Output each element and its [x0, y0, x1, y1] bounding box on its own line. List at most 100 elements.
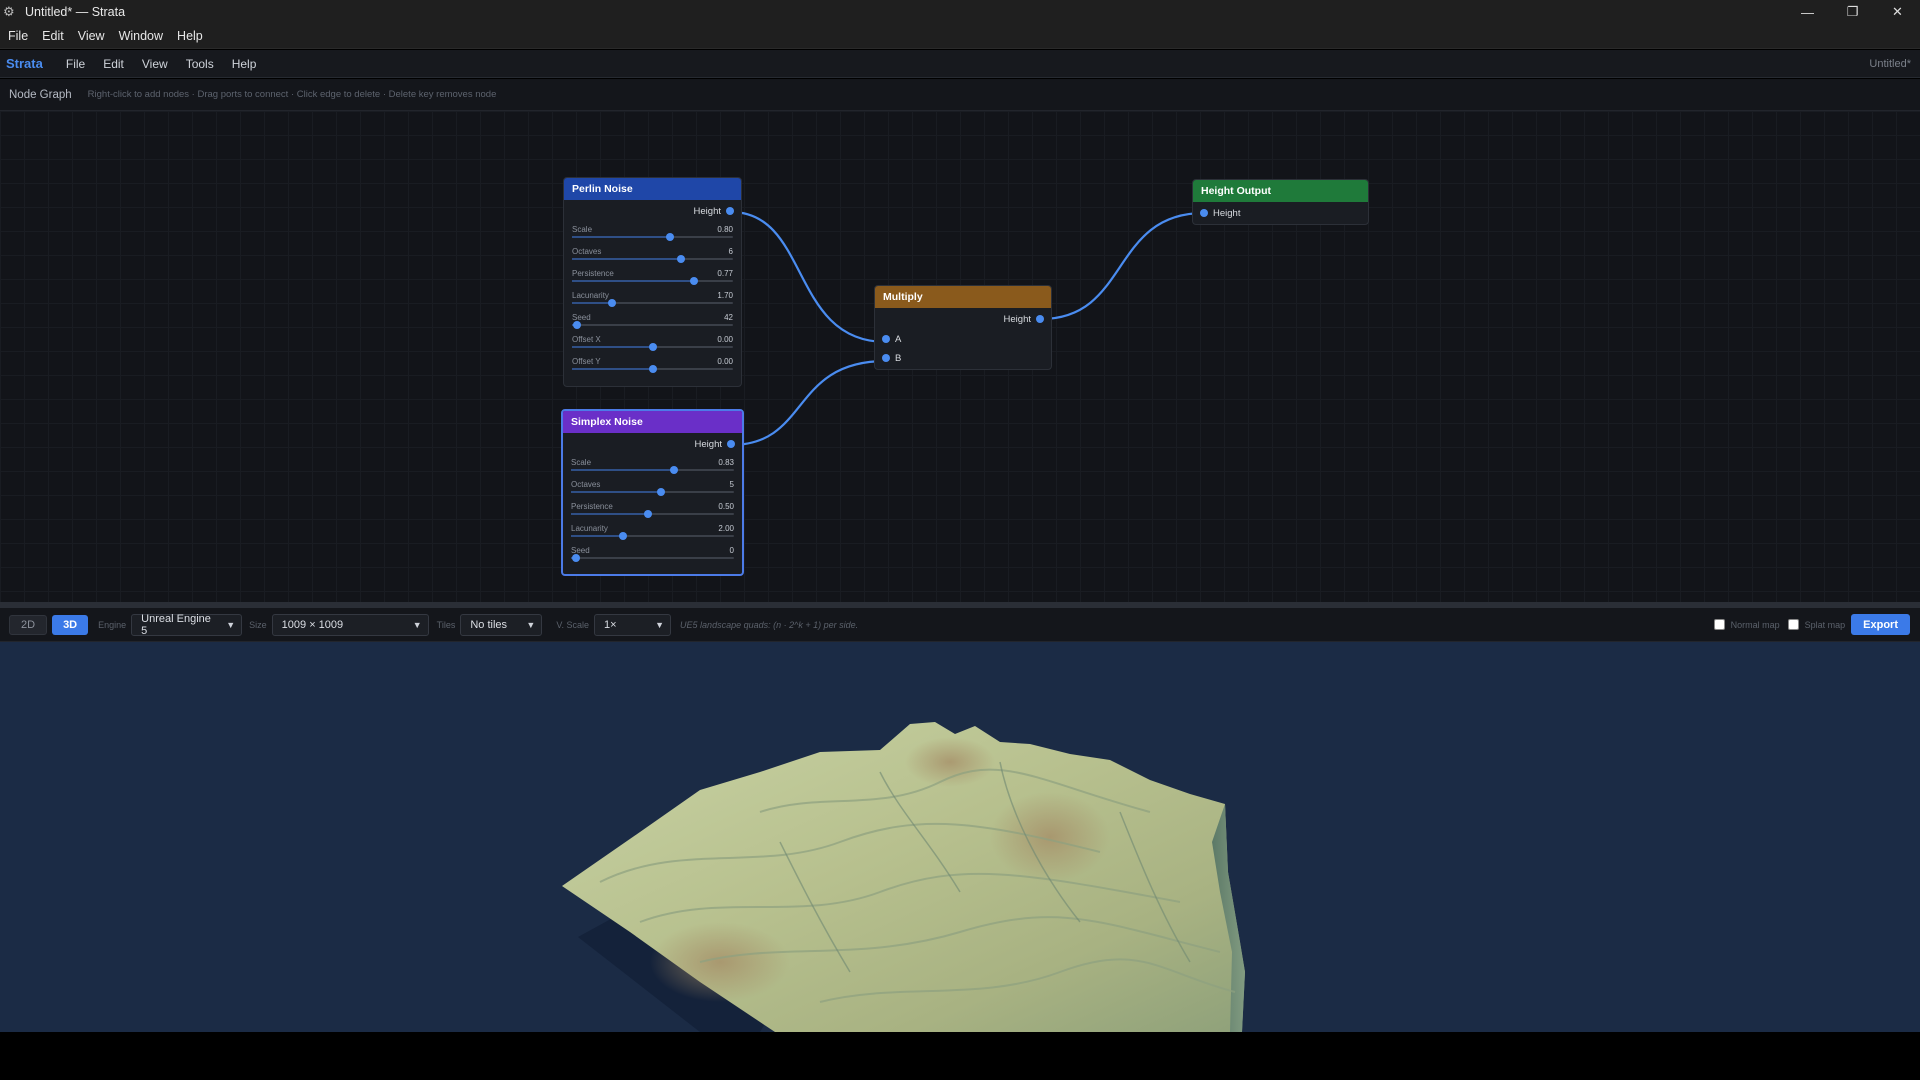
param-value: 0.50 [718, 502, 734, 511]
param-slider-track[interactable] [571, 466, 734, 474]
app-menu-view[interactable]: View [133, 57, 177, 71]
height-output-header[interactable]: Height Output [1193, 180, 1368, 202]
param-value: 0.00 [717, 335, 733, 344]
param-row[interactable]: Octaves 6 [572, 244, 733, 266]
param-row[interactable]: Lacunarity 2.00 [571, 521, 734, 543]
mode-3d-button[interactable]: 3D [52, 614, 89, 635]
multiply-node[interactable]: Multiply Height A B [874, 285, 1052, 370]
multiply-header[interactable]: Multiply [875, 286, 1051, 308]
maximize-icon[interactable]: ❐ [1830, 0, 1875, 24]
close-icon[interactable]: ✕ [1875, 0, 1920, 24]
param-row[interactable]: Scale 0.80 [572, 222, 733, 244]
menu-window[interactable]: Window [113, 29, 169, 43]
param-slider-thumb[interactable] [656, 488, 665, 496]
engine-select[interactable]: Unreal Engine 5 ▼ [131, 613, 243, 637]
document-name: Untitled* [1869, 57, 1911, 70]
multiply-input-b-port[interactable] [882, 354, 890, 362]
param-slider-track[interactable] [572, 343, 733, 351]
multiply-input-b-row: B [875, 349, 1051, 368]
param-slider-track[interactable] [572, 277, 733, 285]
param-slider-track[interactable] [571, 532, 734, 540]
param-slider-track[interactable] [572, 321, 733, 329]
node-graph-canvas[interactable]: Perlin Noise Height Scale 0.80 Octaves 6 Per… [0, 111, 1920, 602]
param-slider-track[interactable] [572, 233, 733, 241]
app-brand: Strata [6, 56, 43, 71]
menu-help[interactable]: Help [171, 29, 209, 43]
size-select[interactable]: 1009 × 1009 ▼ [271, 613, 429, 636]
size-select-value: 1009 × 1009 [281, 618, 344, 631]
simplex-noise-header[interactable]: Simplex Noise [563, 411, 742, 433]
menu-file[interactable]: File [2, 29, 34, 43]
mode-2d-button[interactable]: 2D [9, 614, 48, 635]
param-row[interactable]: Lacunarity 1.70 [572, 288, 733, 310]
title-bar: ⚙ Untitled* — Strata — ❐ ✕ [0, 0, 1920, 24]
tiles-select[interactable]: No tiles ▼ [460, 613, 543, 636]
app-menu-edit[interactable]: Edit [94, 57, 133, 71]
height-output-input-port[interactable] [1200, 209, 1208, 217]
edge-perlin-to-multiply-a[interactable] [730, 210, 887, 344]
window-controls: — ❐ ✕ [1785, 0, 1920, 24]
param-row[interactable]: Persistence 0.50 [571, 499, 734, 521]
multiply-output-port[interactable] [1036, 315, 1044, 323]
multiply-input-a-label: A [895, 334, 902, 345]
param-slider-thumb[interactable] [572, 321, 581, 329]
param-slider-thumb[interactable] [571, 554, 580, 562]
menu-view[interactable]: View [72, 29, 111, 43]
param-row[interactable]: Scale 0.83 [571, 455, 734, 477]
height-output-input-row: Height [1193, 202, 1368, 224]
param-slider-thumb[interactable] [690, 277, 699, 285]
perlin-noise-node[interactable]: Perlin Noise Height Scale 0.80 Octaves 6 Per… [563, 177, 742, 387]
minimize-icon[interactable]: — [1785, 0, 1830, 24]
param-slider-thumb[interactable] [619, 532, 628, 540]
perlin-params: Scale 0.80 Octaves 6 Persistence 0.77 Lacunari… [564, 222, 741, 376]
param-row[interactable]: Seed 0 [571, 543, 734, 565]
param-slider-thumb[interactable] [643, 510, 652, 518]
param-row[interactable]: Offset Y 0.00 [572, 354, 733, 376]
vscale-select[interactable]: 1× ▼ [594, 613, 672, 636]
simplex-output-port[interactable] [727, 440, 735, 448]
param-value: 6 [728, 247, 733, 256]
terrain-3d-viewport[interactable] [0, 642, 1920, 1032]
export-button[interactable]: Export [1851, 614, 1910, 635]
multiply-input-a-port[interactable] [882, 335, 890, 343]
param-slider-track[interactable] [571, 510, 734, 518]
menu-edit[interactable]: Edit [36, 29, 70, 43]
normal-map-checkbox[interactable] [1713, 619, 1725, 630]
param-slider-track[interactable] [572, 365, 733, 373]
perlin-output-row: Height [564, 200, 741, 222]
param-slider-thumb[interactable] [648, 343, 657, 351]
param-slider-track[interactable] [571, 554, 734, 562]
param-row[interactable]: Seed 42 [572, 310, 733, 332]
param-slider-track[interactable] [572, 299, 733, 307]
app-menu-file[interactable]: File [57, 57, 94, 71]
param-slider-track[interactable] [571, 488, 734, 496]
param-slider-thumb[interactable] [666, 233, 675, 241]
param-label: Offset Y [572, 357, 601, 366]
param-slider-fill [572, 236, 671, 238]
chevron-down-icon: ▼ [655, 619, 665, 630]
perlin-output-port[interactable] [726, 207, 734, 215]
param-row[interactable]: Offset X 0.00 [572, 332, 733, 354]
param-slider-thumb[interactable] [669, 466, 678, 474]
multiply-output-row: Height [875, 308, 1051, 330]
param-slider-thumb[interactable] [608, 299, 617, 307]
param-value: 1.70 [717, 291, 733, 300]
param-slider-track[interactable] [572, 255, 733, 263]
edge-simplex-to-multiply-b[interactable] [730, 359, 887, 447]
param-row[interactable]: Octaves 5 [571, 477, 734, 499]
simplex-noise-node[interactable]: Simplex Noise Height Scale 0.83 Octaves 5 Pe… [561, 409, 744, 576]
param-row[interactable]: Persistence 0.77 [572, 266, 733, 288]
height-output-node[interactable]: Height Output Height [1192, 179, 1369, 225]
perlin-noise-header[interactable]: Perlin Noise [564, 178, 741, 200]
param-label: Scale [571, 458, 592, 467]
perlin-output-label: Height [693, 206, 721, 217]
terrain-brown-patch [905, 737, 995, 787]
app-menu-tools[interactable]: Tools [177, 57, 223, 71]
param-slider-thumb[interactable] [648, 365, 657, 373]
param-slider-thumb[interactable] [677, 255, 686, 263]
param-value: 0.80 [717, 225, 733, 234]
app-menu-help[interactable]: Help [223, 57, 266, 71]
edge-multiply-to-output[interactable] [1040, 211, 1205, 321]
param-slider-fill [572, 302, 613, 304]
splat-map-checkbox[interactable] [1787, 619, 1799, 630]
